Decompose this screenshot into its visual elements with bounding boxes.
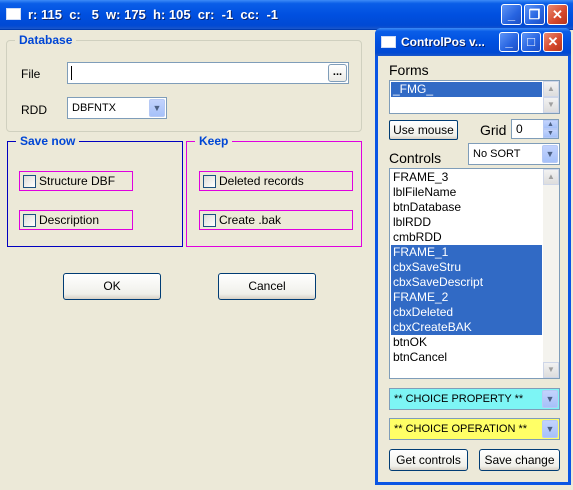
controlpos-titlebar[interactable]: ControlPos v... _ □ ✕	[375, 28, 571, 56]
description-check[interactable]	[23, 214, 36, 227]
description-checkbox[interactable]: Description	[19, 210, 133, 230]
keep-group-title: Keep	[195, 134, 233, 148]
database-group: Database	[6, 33, 362, 132]
sort-value: No SORT	[473, 148, 521, 160]
property-combobox[interactable]: ** CHOICE PROPERTY ** ▼	[389, 388, 560, 410]
control-list-item[interactable]: btnDatabase	[391, 200, 542, 215]
control-list-item[interactable]: cbxDeleted	[391, 305, 542, 320]
property-choice: ** CHOICE PROPERTY **	[394, 393, 524, 405]
file-label: File	[21, 67, 41, 81]
create-bak-check[interactable]	[203, 214, 216, 227]
control-list-item[interactable]: btnCancel	[391, 350, 542, 365]
main-titlebar[interactable]: r: 115 c: 5 w: 175 h: 105 cr: -1 cc: -1 …	[0, 0, 573, 30]
operation-choice: ** CHOICE OPERATION **	[394, 423, 528, 435]
controls-scrollbar[interactable]: ▲ ▼	[543, 169, 559, 378]
save-now-group: Save now	[7, 134, 183, 247]
grid-value: 0	[516, 122, 523, 136]
window-icon	[6, 8, 21, 20]
operation-combobox[interactable]: ** CHOICE OPERATION ** ▼	[389, 418, 560, 440]
structure-dbf-checkbox[interactable]: Structure DBF	[19, 171, 133, 191]
spin-up-icon[interactable]: ▲	[543, 120, 558, 129]
controlpos-title: ControlPos v...	[401, 35, 485, 49]
ok-button[interactable]: OK	[63, 273, 161, 300]
browse-file-button[interactable]: ...	[328, 64, 347, 82]
scroll-up-icon[interactable]: ▲	[543, 81, 559, 97]
maximize-icon[interactable]: □	[521, 32, 541, 52]
forms-label: Forms	[389, 62, 429, 78]
chevron-down-icon[interactable]: ▼	[542, 390, 558, 408]
scroll-down-icon[interactable]: ▼	[543, 97, 559, 113]
controls-listbox[interactable]: FRAME_3 lblFileName btnDatabase lblRDD cmbRD…	[389, 168, 560, 379]
control-list-item[interactable]: cbxSaveDescript	[391, 275, 542, 290]
chevron-down-icon[interactable]: ▼	[542, 145, 558, 163]
file-name-input[interactable]: ...	[67, 62, 349, 84]
save-now-group-title: Save now	[16, 134, 80, 148]
control-list-item[interactable]: btnOK	[391, 335, 542, 350]
main-window-title: r: 115 c: 5 w: 175 h: 105 cr: -1 cc: -1	[28, 7, 279, 22]
control-list-item[interactable]: FRAME_3	[391, 170, 542, 185]
use-mouse-button[interactable]: Use mouse	[389, 120, 458, 140]
keep-group: Keep	[186, 134, 362, 247]
close-icon[interactable]: ✕	[547, 4, 568, 25]
rdd-combobox[interactable]: DBFNTX ▼	[67, 97, 167, 119]
control-list-item[interactable]: FRAME_2	[391, 290, 542, 305]
forms-scrollbar[interactable]: ▲ ▼	[543, 81, 559, 113]
create-bak-label: Create .bak	[219, 213, 282, 227]
create-bak-checkbox[interactable]: Create .bak	[199, 210, 353, 230]
control-list-item[interactable]: FRAME_1	[391, 245, 542, 260]
forms-listbox[interactable]: _FMG_ ▲ ▼	[389, 80, 560, 114]
grid-spinner[interactable]: 0 ▲ ▼	[511, 119, 559, 139]
cancel-button[interactable]: Cancel	[218, 273, 316, 300]
structure-dbf-label: Structure DBF	[39, 174, 116, 188]
rdd-value: DBFNTX	[72, 102, 116, 114]
deleted-records-check[interactable]	[203, 175, 216, 188]
save-change-button[interactable]: Save change	[479, 449, 560, 471]
database-group-title: Database	[15, 33, 77, 47]
get-controls-button[interactable]: Get controls	[389, 449, 468, 471]
control-list-item[interactable]: cbxCreateBAK	[391, 320, 542, 335]
controlpos-window: ControlPos v... _ □ ✕ Forms _FMG_ ▲ ▼ Us…	[375, 28, 571, 485]
controls-label: Controls	[389, 150, 442, 166]
control-list-item[interactable]: cbxSaveStru	[391, 260, 542, 275]
scroll-down-icon[interactable]: ▼	[543, 362, 559, 378]
minimize-icon[interactable]: _	[501, 4, 522, 25]
sort-combobox[interactable]: No SORT ▼	[468, 143, 560, 165]
chevron-down-icon[interactable]: ▼	[149, 99, 165, 117]
minimize-icon[interactable]: _	[499, 32, 519, 52]
chevron-down-icon[interactable]: ▼	[542, 420, 558, 438]
rdd-label: RDD	[21, 103, 47, 117]
spin-down-icon[interactable]: ▼	[543, 129, 558, 138]
restore-icon[interactable]: ❐	[524, 4, 545, 25]
window-icon	[381, 36, 396, 48]
scroll-up-icon[interactable]: ▲	[543, 169, 559, 185]
text-caret	[71, 66, 72, 80]
description-label: Description	[39, 213, 100, 227]
forms-list-item[interactable]: _FMG_	[391, 82, 542, 97]
close-icon[interactable]: ✕	[543, 32, 563, 52]
deleted-records-label: Deleted records	[219, 174, 304, 188]
grid-label: Grid	[480, 122, 507, 138]
control-list-item[interactable]: lblRDD	[391, 215, 542, 230]
control-list-item[interactable]: lblFileName	[391, 185, 542, 200]
structure-dbf-check[interactable]	[23, 175, 36, 188]
control-list-item[interactable]: cmbRDD	[391, 230, 542, 245]
deleted-records-checkbox[interactable]: Deleted records	[199, 171, 353, 191]
